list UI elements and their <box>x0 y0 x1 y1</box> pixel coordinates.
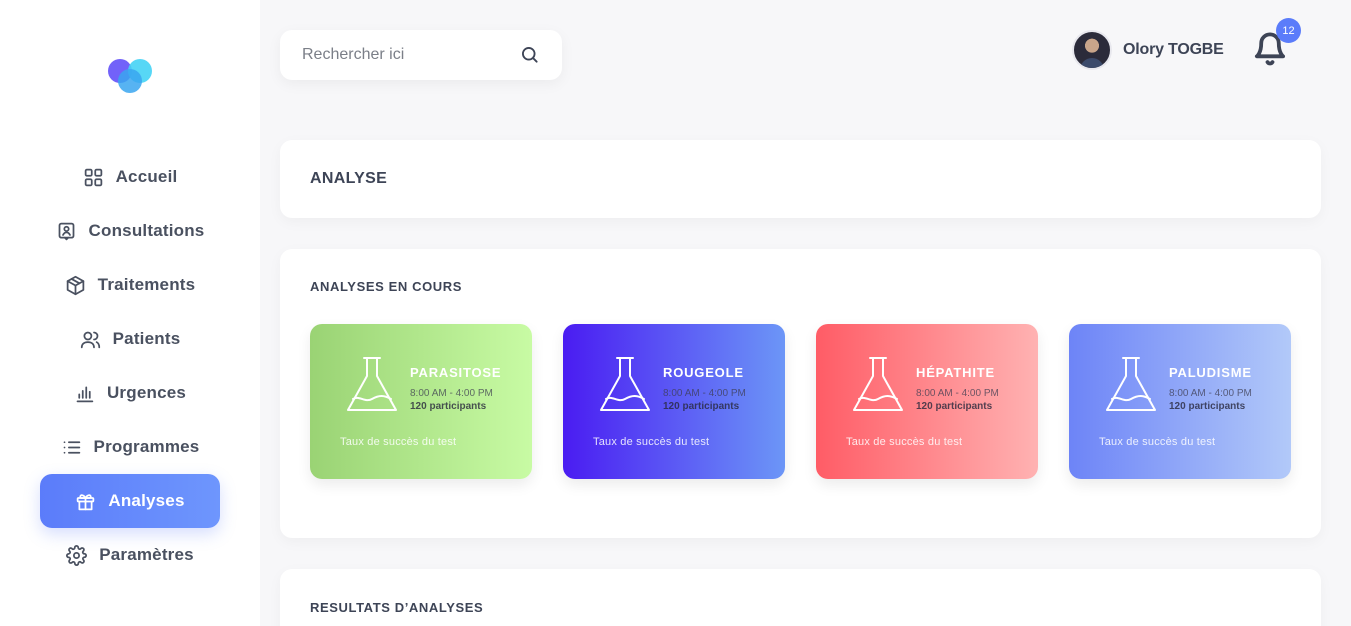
flask-icon <box>1103 355 1159 415</box>
sidebar-item-traitements[interactable]: Traitements <box>40 258 220 312</box>
sidebar-item-label: Programmes <box>93 437 200 456</box>
avatar[interactable] <box>1072 30 1112 70</box>
analysis-card-parasitose[interactable]: PARASITOSE 8:00 AM - 4:00 PM 120 partici… <box>310 324 532 479</box>
app-logo[interactable] <box>106 56 154 96</box>
list-icon <box>63 440 80 454</box>
user-card-icon <box>58 222 74 240</box>
section-title: RESULTATS D’ANALYSES <box>310 600 484 615</box>
sidebar-item-consultations[interactable]: Consultations <box>40 204 220 258</box>
sidebar-item-label: Accueil <box>115 167 178 186</box>
sidebar-item-analyses[interactable]: Analyses <box>40 474 220 528</box>
analysis-results-panel: RESULTATS D’ANALYSES <box>280 569 1321 626</box>
page-title: ANALYSE <box>310 170 388 187</box>
analysis-card-rougeole[interactable]: ROUGEOLE 8:00 AM - 4:00 PM 120 participa… <box>563 324 785 479</box>
sidebar-item-patients[interactable]: Patients <box>40 312 220 366</box>
sidebar-item-urgences[interactable]: Urgences <box>40 366 220 420</box>
page-header-panel: ANALYSE <box>280 140 1321 218</box>
bar-chart-icon <box>76 386 94 402</box>
flask-icon <box>850 355 906 415</box>
sidebar-item-accueil[interactable]: Accueil <box>40 150 220 204</box>
sidebar-item-label: Urgences <box>106 383 187 402</box>
user-name: Olory TOGBE <box>1123 41 1224 58</box>
user-profile[interactable]: Olory TOGBE <box>1072 30 1224 70</box>
notification-badge: 12 <box>1276 18 1301 43</box>
flask-icon <box>597 355 653 415</box>
sidebar-nav: Accueil Consultations Traitements Patien… <box>40 150 220 582</box>
flask-icon <box>344 355 400 415</box>
sidebar: Accueil Consultations Traitements Patien… <box>0 0 260 626</box>
card-time: 8:00 AM - 4:00 PM <box>1169 388 1252 399</box>
sidebar-item-label: Consultations <box>88 221 205 240</box>
search-bar <box>280 30 562 80</box>
grid-icon <box>84 168 102 186</box>
card-success-rate-label: Taux de succès du test <box>846 436 963 448</box>
sidebar-item-programmes[interactable]: Programmes <box>40 420 220 474</box>
sidebar-item-parametres[interactable]: Paramètres <box>40 528 220 582</box>
card-title: PARASITOSE <box>410 365 502 380</box>
search-icon[interactable] <box>520 45 540 65</box>
card-title: ROUGEOLE <box>663 365 744 380</box>
card-participants: 120 participants <box>1169 401 1246 412</box>
current-analyses-panel: ANALYSES EN COURS PARASITOSE 8:00 AM - 4… <box>280 249 1321 538</box>
sidebar-item-label: Paramètres <box>99 545 194 564</box>
card-title: PALUDISME <box>1169 365 1252 380</box>
card-time: 8:00 AM - 4:00 PM <box>410 388 493 399</box>
box-icon <box>66 275 84 295</box>
card-time: 8:00 AM - 4:00 PM <box>916 388 999 399</box>
sidebar-item-label: Analyses <box>108 491 185 510</box>
analysis-card-paludisme[interactable]: PALUDISME 8:00 AM - 4:00 PM 120 particip… <box>1069 324 1291 479</box>
card-time: 8:00 AM - 4:00 PM <box>663 388 746 399</box>
section-title: ANALYSES EN COURS <box>310 279 463 294</box>
analysis-card-hepathite[interactable]: HÉPATHITE 8:00 AM - 4:00 PM 120 particip… <box>816 324 1038 479</box>
gift-icon <box>77 493 95 510</box>
notification-bell[interactable]: 12 <box>1252 18 1301 70</box>
gear-icon <box>66 544 88 566</box>
sidebar-item-label: Patients <box>112 329 181 348</box>
users-icon <box>80 331 100 348</box>
card-participants: 120 participants <box>663 401 740 412</box>
card-success-rate-label: Taux de succès du test <box>1099 436 1216 448</box>
card-success-rate-label: Taux de succès du test <box>340 436 457 448</box>
sidebar-item-label: Traitements <box>97 275 196 294</box>
card-success-rate-label: Taux de succès du test <box>593 436 710 448</box>
analysis-cards: PARASITOSE 8:00 AM - 4:00 PM 120 partici… <box>310 324 1291 479</box>
search-input[interactable] <box>302 46 502 64</box>
card-participants: 120 participants <box>916 401 993 412</box>
card-participants: 120 participants <box>410 401 487 412</box>
card-title: HÉPATHITE <box>916 365 995 380</box>
